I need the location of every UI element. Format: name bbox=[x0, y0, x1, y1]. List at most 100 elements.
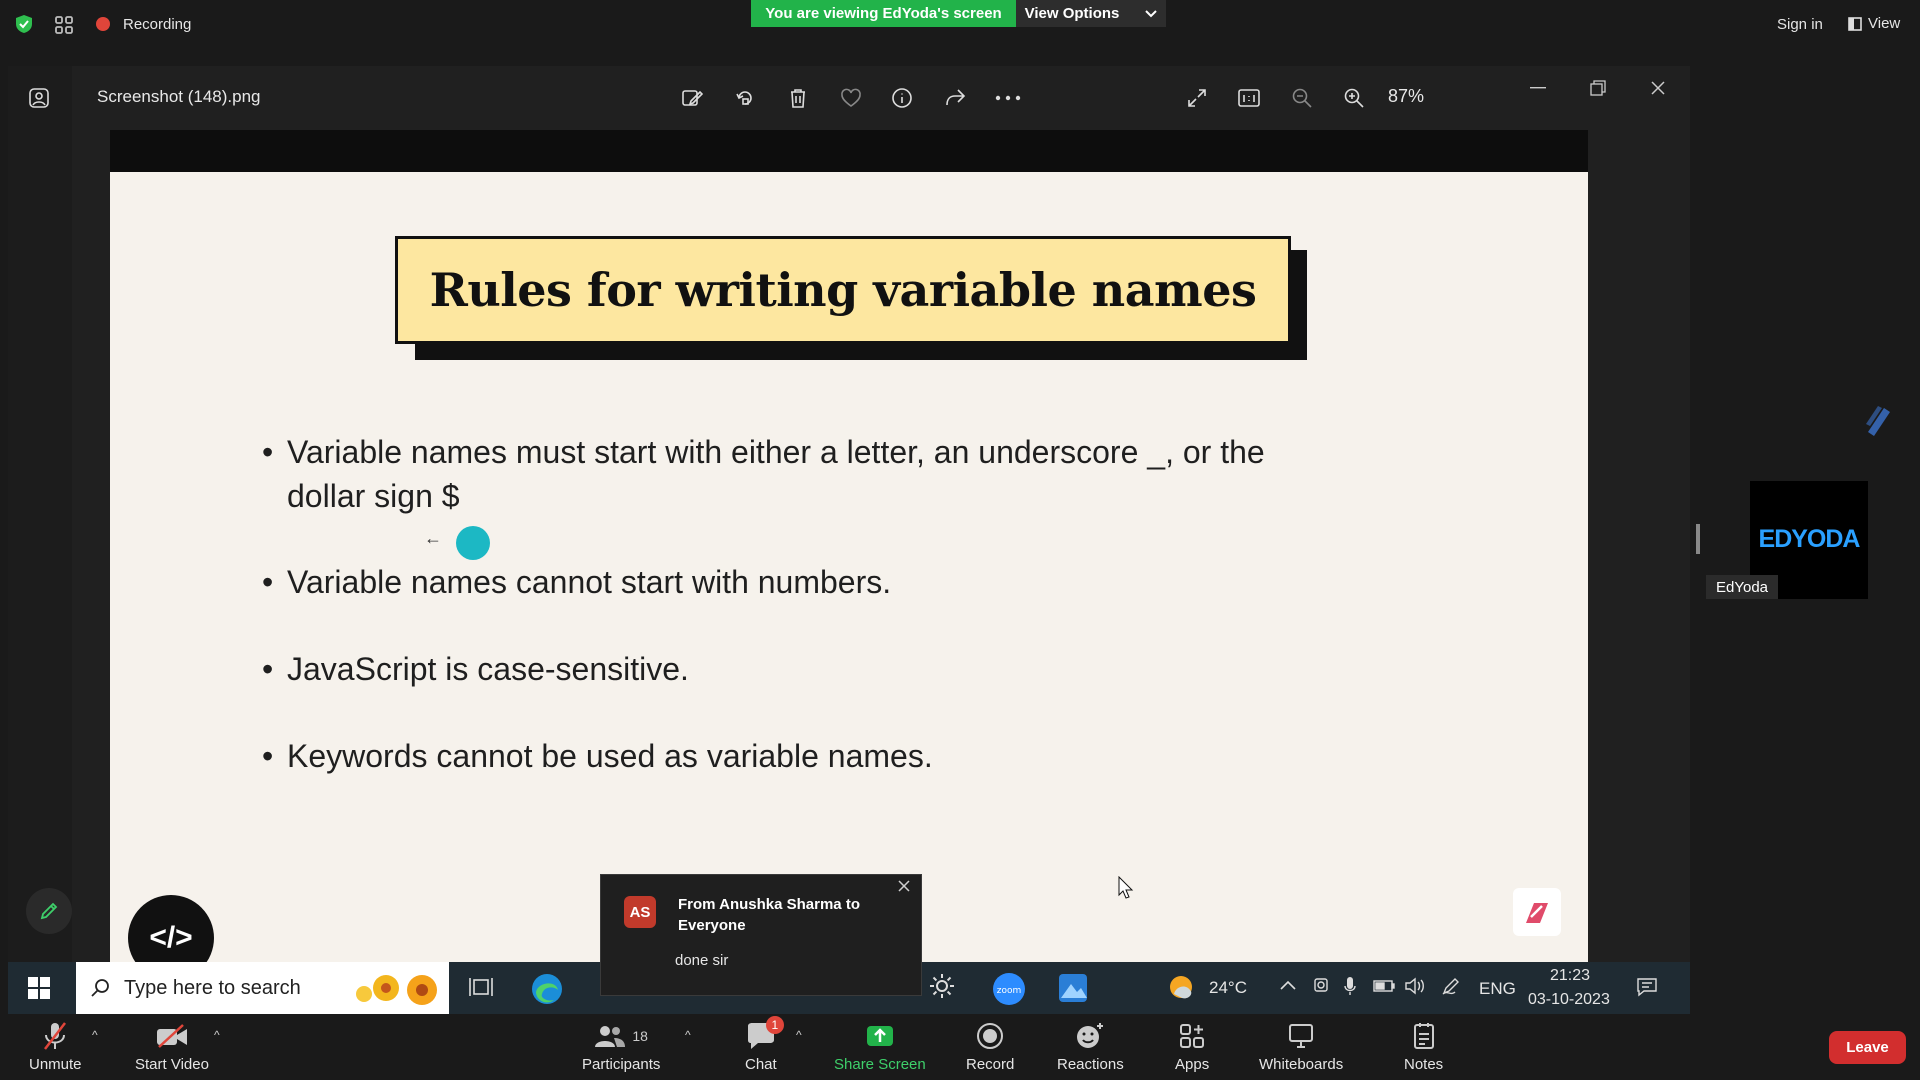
temperature[interactable]: 24°C bbox=[1209, 978, 1247, 998]
edyoda-logo-text: EDYODA bbox=[1758, 525, 1861, 553]
participant-name: EdYoda bbox=[1706, 575, 1779, 599]
volume-icon[interactable] bbox=[1404, 977, 1426, 995]
more-options-icon[interactable] bbox=[992, 82, 1024, 114]
share-screen-icon bbox=[865, 1020, 895, 1052]
battery-icon[interactable] bbox=[1373, 980, 1395, 992]
rotate-icon[interactable] bbox=[729, 82, 761, 114]
search-placeholder: Type here to search bbox=[124, 976, 301, 999]
participants-count: 18 bbox=[632, 1028, 648, 1044]
restore-icon[interactable] bbox=[1582, 72, 1614, 104]
settings-gear-icon[interactable] bbox=[928, 972, 956, 1000]
chat-button[interactable]: 1 Chat bbox=[745, 1016, 784, 1073]
share-screen-button[interactable]: Share Screen bbox=[834, 1020, 926, 1073]
participants-caret-icon[interactable]: ^ bbox=[685, 1028, 691, 1042]
zoom-out-icon[interactable] bbox=[1286, 82, 1318, 114]
language-indicator[interactable]: ENG bbox=[1479, 979, 1516, 999]
bullet-dot: • bbox=[262, 434, 274, 470]
unmute-label: Unmute bbox=[29, 1056, 82, 1073]
panel-resize-handle[interactable] bbox=[1696, 524, 1700, 554]
windows-start-icon[interactable] bbox=[28, 977, 50, 999]
bullet-text: Keywords cannot be used as variable name… bbox=[287, 738, 933, 774]
close-icon[interactable] bbox=[1642, 72, 1674, 104]
favorite-heart-icon[interactable] bbox=[835, 82, 867, 114]
leave-meeting-button[interactable]: Leave bbox=[1829, 1031, 1906, 1064]
task-view-icon[interactable] bbox=[468, 975, 494, 999]
chat-message: done sir bbox=[675, 952, 729, 969]
photos-app-icon[interactable] bbox=[23, 82, 55, 114]
svg-text:zoom: zoom bbox=[997, 986, 1022, 996]
muted-microphone-icon bbox=[41, 1020, 69, 1052]
apps-button[interactable]: Apps bbox=[1175, 1020, 1209, 1073]
view-icon bbox=[1848, 16, 1862, 31]
chat-sender-line: From Anushka Sharma to Everyone bbox=[678, 896, 860, 934]
record-icon bbox=[976, 1020, 1004, 1052]
edit-image-icon[interactable] bbox=[676, 82, 708, 114]
record-button[interactable]: Record bbox=[966, 1020, 1014, 1073]
zoom-app-icon[interactable]: zoom bbox=[992, 972, 1026, 1006]
close-icon[interactable] bbox=[898, 880, 910, 892]
slide-title-box: Rules for writing variable names bbox=[395, 236, 1291, 344]
bullet-text: Variable names must start with either a … bbox=[287, 434, 1265, 470]
microphone-tray-icon[interactable] bbox=[1344, 976, 1356, 996]
info-icon[interactable] bbox=[886, 82, 918, 114]
shield-icon[interactable] bbox=[14, 14, 34, 34]
bullet-text: dollar sign $ bbox=[287, 478, 460, 514]
annotation-pen-icon[interactable] bbox=[1864, 404, 1892, 436]
photos-sidebar bbox=[8, 66, 72, 1014]
reactions-icon bbox=[1075, 1020, 1105, 1052]
participants-button[interactable]: 18 Participants bbox=[582, 1020, 660, 1073]
share-screen-label: Share Screen bbox=[834, 1056, 926, 1073]
delete-icon[interactable] bbox=[782, 82, 814, 114]
video-options-caret-icon[interactable]: ^ bbox=[214, 1028, 220, 1042]
apps-icon bbox=[1179, 1020, 1205, 1052]
bullet-text: JavaScript is case-sensitive. bbox=[287, 651, 689, 687]
zoom-in-icon[interactable] bbox=[1338, 82, 1370, 114]
photos-taskbar-icon[interactable] bbox=[1057, 972, 1089, 1004]
brand-logo-icon bbox=[1513, 888, 1561, 936]
bullet-text: Variable names cannot start with numbers… bbox=[287, 564, 892, 600]
record-label: Record bbox=[966, 1056, 1015, 1073]
audio-options-caret-icon[interactable]: ^ bbox=[92, 1028, 98, 1042]
whiteboards-button[interactable]: Whiteboards bbox=[1259, 1020, 1343, 1073]
reactions-button[interactable]: Reactions bbox=[1057, 1020, 1124, 1073]
notes-button[interactable]: Notes bbox=[1404, 1020, 1443, 1073]
chevron-up-icon[interactable] bbox=[1280, 980, 1296, 990]
unmute-button[interactable]: Unmute bbox=[29, 1020, 82, 1073]
minimize-icon[interactable] bbox=[1522, 72, 1554, 104]
video-off-icon bbox=[155, 1020, 189, 1052]
recording-label[interactable]: Recording bbox=[123, 16, 191, 33]
annotate-pen-button[interactable] bbox=[26, 888, 72, 934]
view-button[interactable]: View bbox=[1848, 15, 1900, 32]
grid-icon[interactable] bbox=[54, 15, 74, 35]
recording-dot-icon bbox=[96, 17, 110, 31]
actual-size-icon[interactable] bbox=[1233, 82, 1265, 114]
file-name: Screenshot (148).png bbox=[97, 87, 261, 106]
pen-tray-icon[interactable] bbox=[1441, 976, 1461, 996]
bullet-dot: • bbox=[262, 564, 274, 600]
apps-label: Apps bbox=[1175, 1056, 1210, 1073]
viewing-screen-banner: You are viewing EdYoda's screen bbox=[751, 0, 1016, 27]
sender-avatar: AS bbox=[624, 896, 656, 928]
view-options-button[interactable]: View Options bbox=[1016, 0, 1166, 27]
start-video-button[interactable]: Start Video bbox=[135, 1020, 209, 1073]
notifications-icon[interactable] bbox=[1636, 977, 1658, 997]
clock-date[interactable]: 03-10-2023 bbox=[1528, 991, 1610, 1009]
fullscreen-icon[interactable] bbox=[1181, 82, 1213, 114]
whiteboards-label: Whiteboards bbox=[1259, 1056, 1344, 1073]
chat-caret-icon[interactable]: ^ bbox=[796, 1028, 802, 1042]
search-icon bbox=[90, 978, 110, 998]
camera-tray-icon[interactable] bbox=[1313, 976, 1329, 994]
sign-in-button[interactable]: Sign in bbox=[1777, 16, 1823, 33]
participants-icon: 18 bbox=[594, 1020, 648, 1052]
clock-time[interactable]: 21:23 bbox=[1550, 967, 1590, 985]
pointer-arrow-icon: ← bbox=[424, 528, 442, 548]
bullet-dot: • bbox=[262, 651, 274, 687]
start-video-label: Start Video bbox=[135, 1056, 209, 1073]
zoom-level[interactable]: 87% bbox=[1388, 86, 1424, 107]
zoom-meeting-toolbar bbox=[0, 1014, 1920, 1080]
share-icon[interactable] bbox=[939, 82, 971, 114]
bullet-dot: • bbox=[262, 738, 274, 774]
notes-label: Notes bbox=[1404, 1056, 1444, 1073]
edge-browser-icon[interactable] bbox=[530, 972, 564, 1006]
participants-label: Participants bbox=[582, 1056, 661, 1073]
